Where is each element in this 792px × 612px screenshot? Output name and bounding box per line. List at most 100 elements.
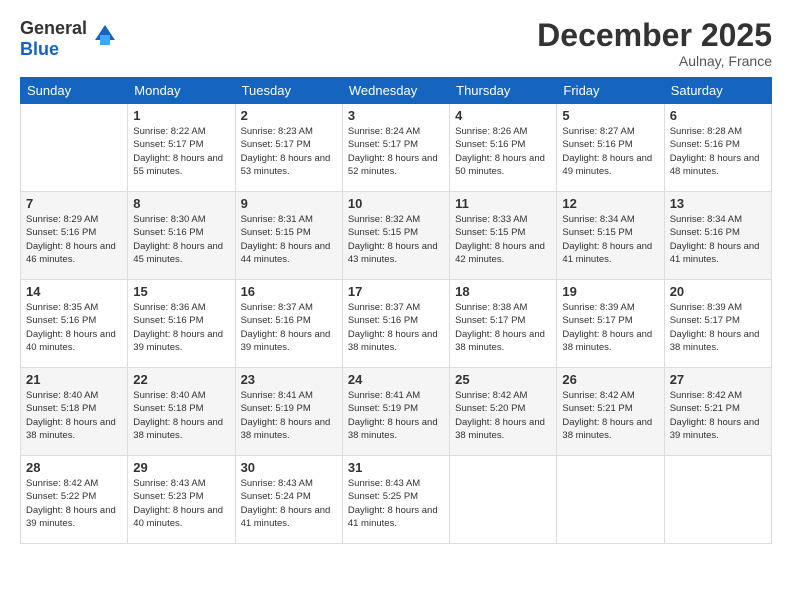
calendar-cell	[664, 456, 771, 544]
day-detail: Sunrise: 8:39 AMSunset: 5:17 PMDaylight:…	[670, 301, 766, 354]
day-number: 15	[133, 284, 229, 299]
calendar-cell: 3 Sunrise: 8:24 AMSunset: 5:17 PMDaylight…	[342, 104, 449, 192]
header: General Blue December 2025 Aulnay, Franc…	[20, 18, 772, 69]
calendar-cell: 17 Sunrise: 8:37 AMSunset: 5:16 PMDayligh…	[342, 280, 449, 368]
calendar-cell: 4Sunrise: 8:26 AMSunset: 5:16 PMDaylight…	[450, 104, 557, 192]
day-number: 20	[670, 284, 766, 299]
calendar: SundayMondayTuesdayWednesdayThursdayFrid…	[20, 77, 772, 544]
calendar-week-1: 1 Sunrise: 8:22 AMSunset: 5:17 PMDaylight…	[21, 104, 772, 192]
day-number: 6	[670, 108, 766, 123]
day-detail: Sunrise: 8:42 AMSunset: 5:21 PMDaylight:…	[562, 389, 658, 442]
day-detail: Sunrise: 8:29 AMSunset: 5:16 PMDaylight:…	[26, 213, 122, 266]
calendar-cell: 12 Sunrise: 8:34 AMSunset: 5:15 PMDayligh…	[557, 192, 664, 280]
day-number: 16	[241, 284, 337, 299]
calendar-cell: 18Sunrise: 8:38 AMSunset: 5:17 PMDayligh…	[450, 280, 557, 368]
calendar-header-row: SundayMondayTuesdayWednesdayThursdayFrid…	[21, 78, 772, 104]
day-detail: Sunrise: 8:32 AMSunset: 5:15 PMDaylight:…	[348, 213, 444, 266]
calendar-cell: 26 Sunrise: 8:42 AMSunset: 5:21 PMDayligh…	[557, 368, 664, 456]
day-detail: Sunrise: 8:33 AMSunset: 5:15 PMDaylight:…	[455, 213, 551, 266]
day-number: 1	[133, 108, 229, 123]
calendar-header-sunday: Sunday	[21, 78, 128, 104]
day-detail: Sunrise: 8:43 AMSunset: 5:23 PMDaylight:…	[133, 477, 229, 530]
calendar-cell: 1 Sunrise: 8:22 AMSunset: 5:17 PMDaylight…	[128, 104, 235, 192]
day-number: 9	[241, 196, 337, 211]
calendar-header-monday: Monday	[128, 78, 235, 104]
calendar-cell: 7Sunrise: 8:29 AMSunset: 5:16 PMDaylight…	[21, 192, 128, 280]
day-detail: Sunrise: 8:37 AMSunset: 5:16 PMDaylight:…	[241, 301, 337, 354]
day-number: 10	[348, 196, 444, 211]
day-number: 22	[133, 372, 229, 387]
calendar-cell: 16 Sunrise: 8:37 AMSunset: 5:16 PMDayligh…	[235, 280, 342, 368]
calendar-cell: 21 Sunrise: 8:40 AMSunset: 5:18 PMDayligh…	[21, 368, 128, 456]
day-number: 3	[348, 108, 444, 123]
day-number: 4	[455, 108, 551, 123]
calendar-cell: 28Sunrise: 8:42 AMSunset: 5:22 PMDayligh…	[21, 456, 128, 544]
calendar-cell: 23 Sunrise: 8:41 AMSunset: 5:19 PMDayligh…	[235, 368, 342, 456]
day-detail: Sunrise: 8:43 AMSunset: 5:24 PMDaylight:…	[241, 477, 337, 530]
day-detail: Sunrise: 8:42 AMSunset: 5:20 PMDaylight:…	[455, 389, 551, 442]
logo: General Blue	[20, 18, 120, 60]
day-number: 14	[26, 284, 122, 299]
calendar-cell: 11Sunrise: 8:33 AMSunset: 5:15 PMDayligh…	[450, 192, 557, 280]
logo-general: General	[20, 18, 87, 38]
day-number: 26	[562, 372, 658, 387]
month-title: December 2025	[537, 18, 772, 53]
calendar-cell: 20 Sunrise: 8:39 AMSunset: 5:17 PMDayligh…	[664, 280, 771, 368]
calendar-week-3: 14 Sunrise: 8:35 AMSunset: 5:16 PMDayligh…	[21, 280, 772, 368]
calendar-week-5: 28Sunrise: 8:42 AMSunset: 5:22 PMDayligh…	[21, 456, 772, 544]
day-number: 12	[562, 196, 658, 211]
day-detail: Sunrise: 8:37 AMSunset: 5:16 PMDaylight:…	[348, 301, 444, 354]
day-detail: Sunrise: 8:24 AMSunset: 5:17 PMDaylight:…	[348, 125, 444, 178]
day-detail: Sunrise: 8:30 AMSunset: 5:16 PMDaylight:…	[133, 213, 229, 266]
day-number: 17	[348, 284, 444, 299]
day-number: 5	[562, 108, 658, 123]
day-number: 27	[670, 372, 766, 387]
day-detail: Sunrise: 8:34 AMSunset: 5:15 PMDaylight:…	[562, 213, 658, 266]
day-detail: Sunrise: 8:40 AMSunset: 5:18 PMDaylight:…	[26, 389, 122, 442]
day-detail: Sunrise: 8:39 AMSunset: 5:17 PMDaylight:…	[562, 301, 658, 354]
day-number: 29	[133, 460, 229, 475]
calendar-week-4: 21 Sunrise: 8:40 AMSunset: 5:18 PMDayligh…	[21, 368, 772, 456]
calendar-cell: 6 Sunrise: 8:28 AMSunset: 5:16 PMDaylight…	[664, 104, 771, 192]
day-detail: Sunrise: 8:36 AMSunset: 5:16 PMDaylight:…	[133, 301, 229, 354]
day-detail: Sunrise: 8:38 AMSunset: 5:17 PMDaylight:…	[455, 301, 551, 354]
calendar-cell: 27Sunrise: 8:42 AMSunset: 5:21 PMDayligh…	[664, 368, 771, 456]
day-detail: Sunrise: 8:23 AMSunset: 5:17 PMDaylight:…	[241, 125, 337, 178]
day-detail: Sunrise: 8:27 AMSunset: 5:16 PMDaylight:…	[562, 125, 658, 178]
day-number: 13	[670, 196, 766, 211]
day-detail: Sunrise: 8:35 AMSunset: 5:16 PMDaylight:…	[26, 301, 122, 354]
day-detail: Sunrise: 8:34 AMSunset: 5:16 PMDaylight:…	[670, 213, 766, 266]
calendar-header-wednesday: Wednesday	[342, 78, 449, 104]
calendar-cell	[450, 456, 557, 544]
day-number: 21	[26, 372, 122, 387]
day-number: 25	[455, 372, 551, 387]
calendar-cell: 13 Sunrise: 8:34 AMSunset: 5:16 PMDayligh…	[664, 192, 771, 280]
calendar-cell: 5 Sunrise: 8:27 AMSunset: 5:16 PMDaylight…	[557, 104, 664, 192]
logo-icon	[90, 20, 120, 50]
day-number: 2	[241, 108, 337, 123]
day-number: 19	[562, 284, 658, 299]
calendar-cell: 24Sunrise: 8:41 AMSunset: 5:19 PMDayligh…	[342, 368, 449, 456]
calendar-cell: 31Sunrise: 8:43 AMSunset: 5:25 PMDayligh…	[342, 456, 449, 544]
calendar-cell: 15 Sunrise: 8:36 AMSunset: 5:16 PMDayligh…	[128, 280, 235, 368]
calendar-cell: 25 Sunrise: 8:42 AMSunset: 5:20 PMDayligh…	[450, 368, 557, 456]
location: Aulnay, France	[537, 53, 772, 69]
calendar-week-2: 7Sunrise: 8:29 AMSunset: 5:16 PMDaylight…	[21, 192, 772, 280]
calendar-cell: 14 Sunrise: 8:35 AMSunset: 5:16 PMDayligh…	[21, 280, 128, 368]
calendar-cell: 8 Sunrise: 8:30 AMSunset: 5:16 PMDaylight…	[128, 192, 235, 280]
title-block: December 2025 Aulnay, France	[537, 18, 772, 69]
day-detail: Sunrise: 8:40 AMSunset: 5:18 PMDaylight:…	[133, 389, 229, 442]
calendar-header-friday: Friday	[557, 78, 664, 104]
logo-blue: Blue	[20, 39, 59, 59]
day-number: 30	[241, 460, 337, 475]
day-detail: Sunrise: 8:28 AMSunset: 5:16 PMDaylight:…	[670, 125, 766, 178]
day-number: 23	[241, 372, 337, 387]
logo-text: General Blue	[20, 18, 87, 60]
day-detail: Sunrise: 8:22 AMSunset: 5:17 PMDaylight:…	[133, 125, 229, 178]
day-number: 8	[133, 196, 229, 211]
calendar-cell	[21, 104, 128, 192]
day-detail: Sunrise: 8:43 AMSunset: 5:25 PMDaylight:…	[348, 477, 444, 530]
day-detail: Sunrise: 8:41 AMSunset: 5:19 PMDaylight:…	[241, 389, 337, 442]
calendar-cell: 10 Sunrise: 8:32 AMSunset: 5:15 PMDayligh…	[342, 192, 449, 280]
calendar-cell: 19 Sunrise: 8:39 AMSunset: 5:17 PMDayligh…	[557, 280, 664, 368]
